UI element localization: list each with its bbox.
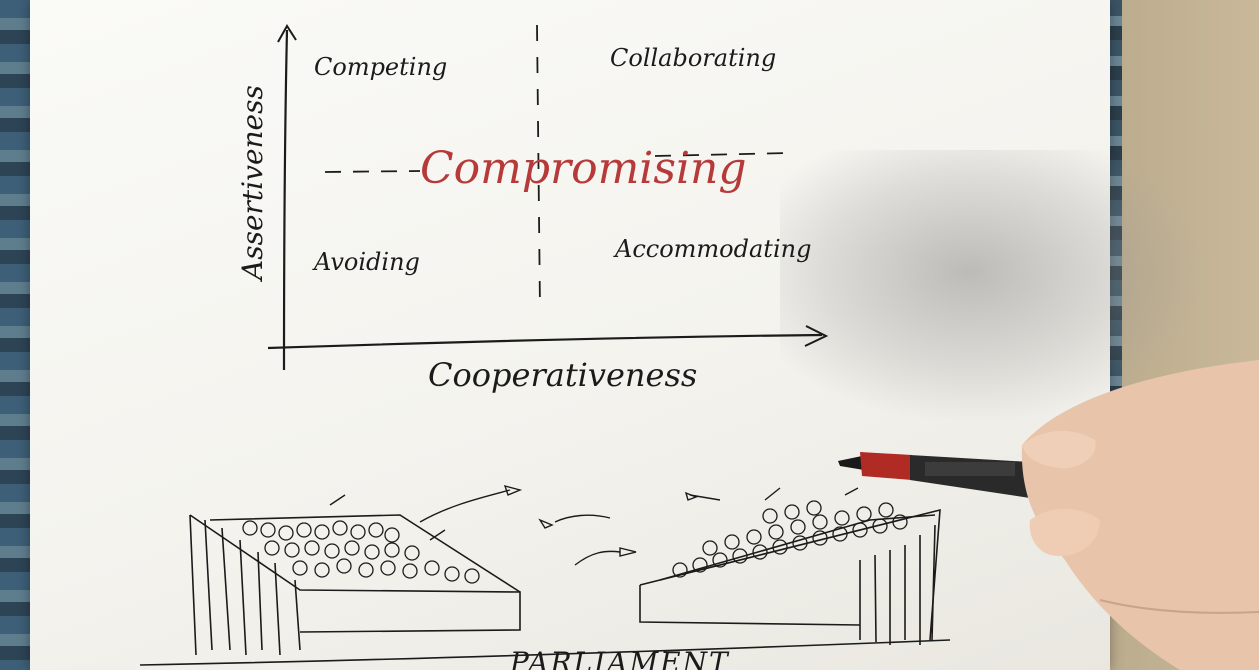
drawing-canvas: Competing Collaborating Avoiding Accommo… xyxy=(139,24,1259,670)
center-label-compromising: Compromising xyxy=(420,143,747,194)
right-stand-sketch xyxy=(639,508,941,645)
hand-icon xyxy=(1021,360,1259,670)
x-axis-label: Cooperativeness xyxy=(428,356,697,394)
quadrant-label-avoiding: Avoiding xyxy=(312,248,420,276)
quadrant-label-collaborating: Collaborating xyxy=(610,44,776,72)
quadrant-label-competing: Competing xyxy=(314,53,447,81)
parliament-caption: PARLIAMENT xyxy=(509,646,730,670)
left-stand-sketch xyxy=(189,514,521,656)
y-axis-label: Assertiveness xyxy=(236,85,269,283)
y-axis xyxy=(277,24,297,371)
x-axis xyxy=(267,325,829,350)
quadrant-label-accommodating: Accommodating xyxy=(613,235,811,263)
